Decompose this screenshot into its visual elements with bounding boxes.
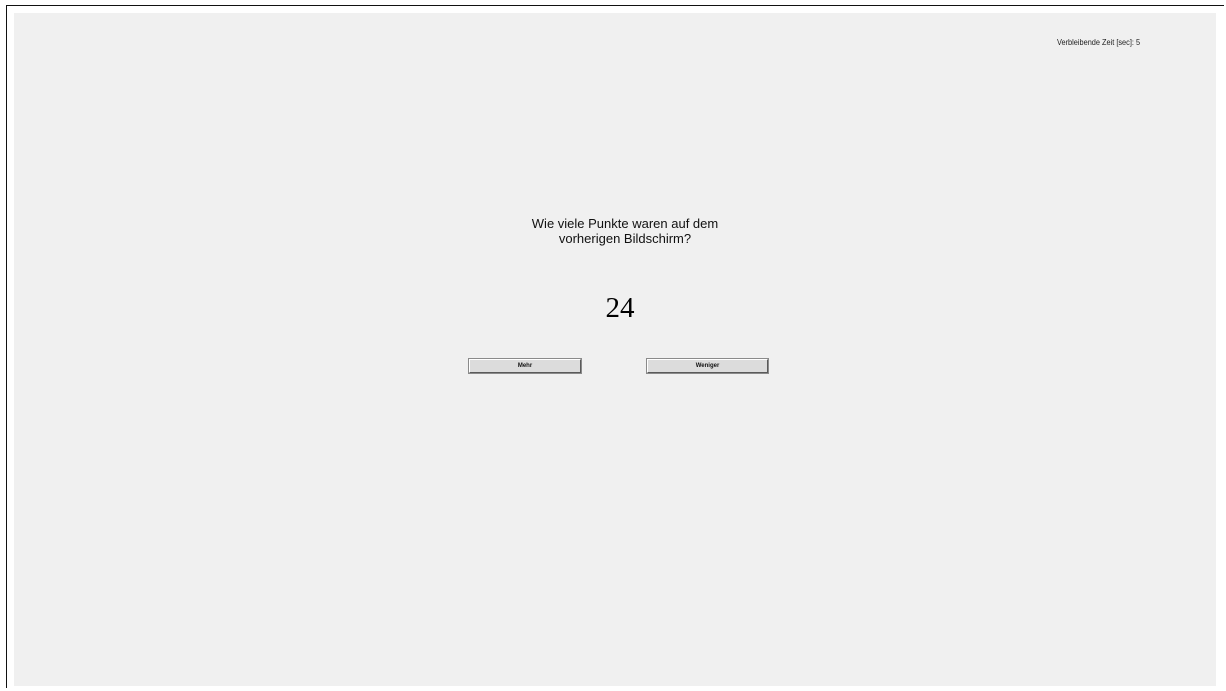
question-line-2: vorherigen Bildschirm? [558, 231, 692, 246]
question-text: Wie viele Punkte waren auf dem vorherige… [460, 216, 790, 246]
content-panel [14, 13, 1216, 686]
remaining-time-label: Verbleibende Zeit [sec]: 5 [1057, 38, 1141, 47]
comparison-number: 24 [605, 292, 635, 324]
more-button[interactable]: Mehr [469, 359, 581, 373]
question-line-1: Wie viele Punkte waren auf dem [531, 216, 719, 231]
less-button[interactable]: Weniger [647, 359, 768, 373]
